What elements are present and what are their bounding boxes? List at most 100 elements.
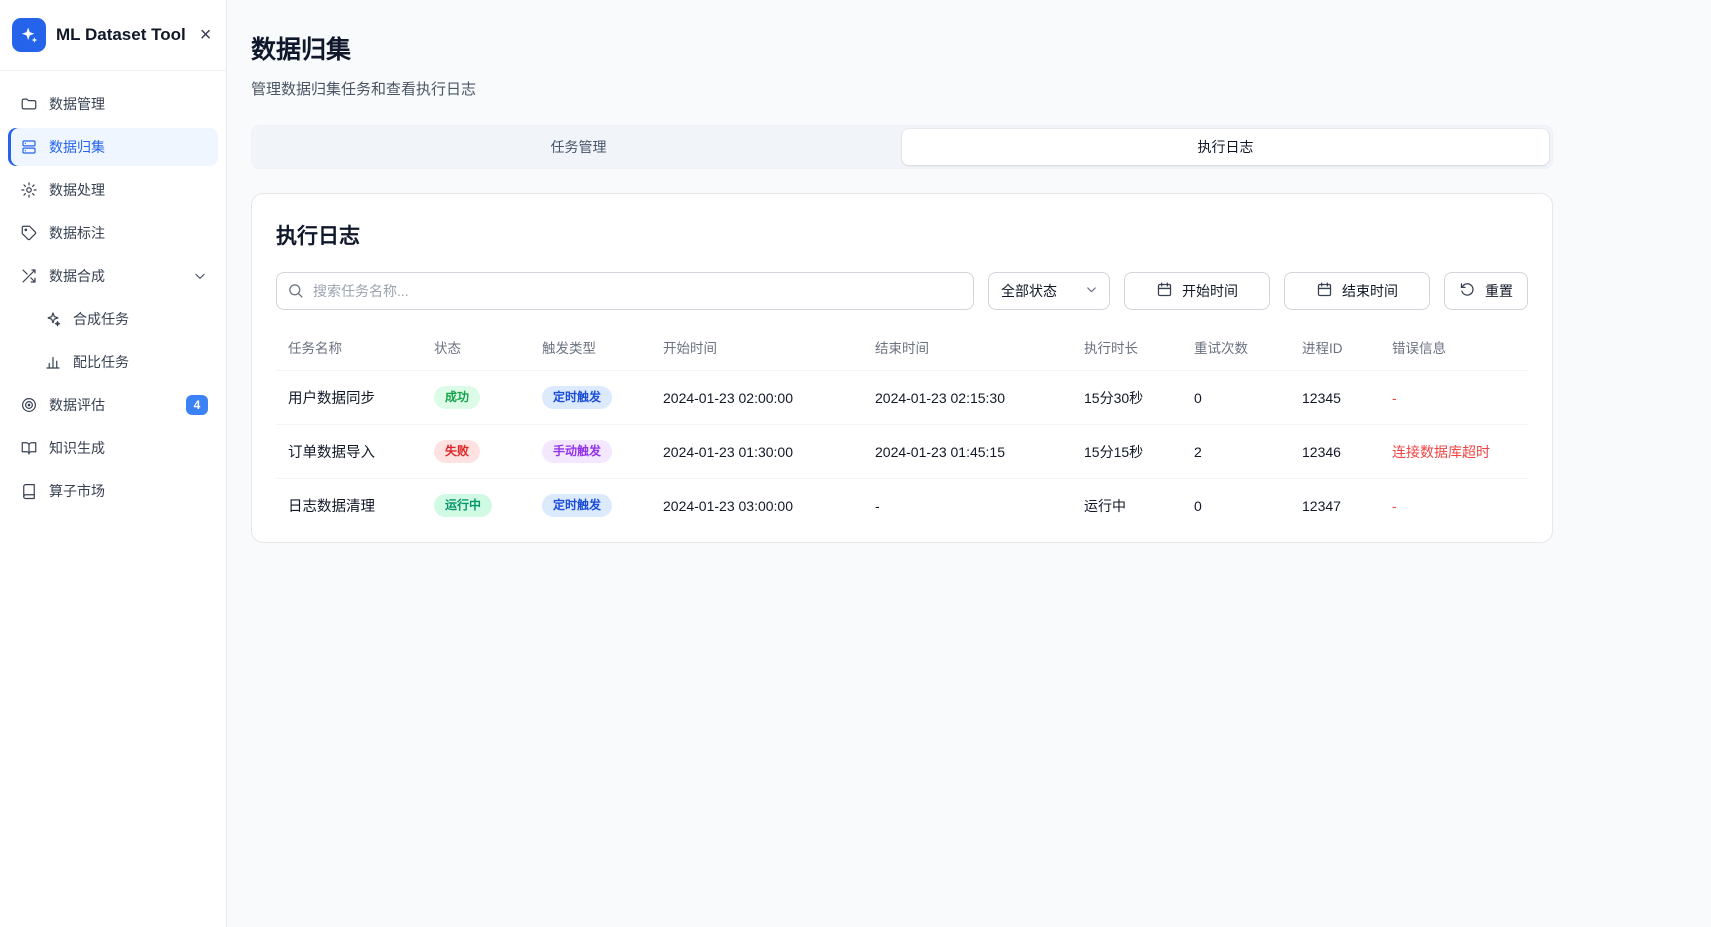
sidebar-item-label: 数据评估 xyxy=(49,395,105,415)
sidebar-item-label: 数据标注 xyxy=(49,223,105,243)
sidebar-item-data-collection[interactable]: 数据归集 xyxy=(8,128,218,166)
end-time-label: 结束时间 xyxy=(1342,281,1398,301)
task-name-cell: 用户数据同步 xyxy=(276,371,422,425)
reset-button[interactable]: 重置 xyxy=(1444,272,1528,310)
sidebar-item-data-evaluation[interactable]: 数据评估 4 xyxy=(8,386,218,424)
status-badge: 成功 xyxy=(434,386,480,409)
search-input[interactable] xyxy=(276,272,974,310)
duration-cell: 15分30秒 xyxy=(1072,371,1182,425)
sidebar-item-label: 数据归集 xyxy=(49,137,105,157)
sidebar-item-synthesis-task[interactable]: 合成任务 xyxy=(8,300,218,338)
panel-title: 执行日志 xyxy=(276,220,1528,250)
folder-icon xyxy=(20,95,38,113)
start-time-label: 开始时间 xyxy=(1182,281,1238,301)
retries-cell: 0 xyxy=(1182,371,1290,425)
calendar-icon xyxy=(1316,281,1333,301)
sidebar-item-label: 配比任务 xyxy=(73,352,129,372)
chevron-down-icon xyxy=(1084,282,1099,300)
status-filter-select[interactable]: 全部状态 xyxy=(988,272,1110,310)
sidebar-item-data-management[interactable]: 数据管理 xyxy=(8,85,218,123)
server-icon xyxy=(20,138,38,156)
sidebar-item-label: 数据管理 xyxy=(49,94,105,114)
evaluation-count-badge: 4 xyxy=(186,395,208,415)
retries-cell: 2 xyxy=(1182,425,1290,479)
target-icon xyxy=(20,396,38,414)
tab-bar: 任务管理 执行日志 xyxy=(251,125,1553,169)
end-time-cell: 2024-01-23 01:45:15 xyxy=(863,425,1072,479)
pid-cell: 12347 xyxy=(1290,479,1380,533)
table-row: 日志数据清理 运行中 定时触发 2024-01-23 03:00:00 - 运行… xyxy=(276,479,1528,533)
start-time-cell: 2024-01-23 01:30:00 xyxy=(651,425,863,479)
sidebar-item-data-synthesis[interactable]: 数据合成 xyxy=(8,257,218,295)
sidebar-item-label: 数据处理 xyxy=(49,180,105,200)
status-badge: 运行中 xyxy=(434,494,492,517)
end-time-cell: - xyxy=(863,479,1072,533)
sidebar-item-label: 合成任务 xyxy=(73,309,129,329)
col-header-error: 错误信息 xyxy=(1380,324,1528,371)
status-filter-value: 全部状态 xyxy=(1001,281,1057,301)
bar-chart-icon xyxy=(44,353,62,371)
trigger-type-badge: 手动触发 xyxy=(542,440,612,463)
sidebar-item-label: 数据合成 xyxy=(49,266,105,286)
trigger-type-badge: 定时触发 xyxy=(542,494,612,517)
sidebar-close-button[interactable]: × xyxy=(196,21,216,49)
start-time-cell: 2024-01-23 03:00:00 xyxy=(651,479,863,533)
app-title: ML Dataset Tool xyxy=(56,25,186,45)
col-header-retries: 重试次数 xyxy=(1182,324,1290,371)
calendar-icon xyxy=(1156,281,1173,301)
tab-task-management[interactable]: 任务管理 xyxy=(255,129,902,165)
sidebar-item-ratio-task[interactable]: 配比任务 xyxy=(8,343,218,381)
start-time-cell: 2024-01-23 02:00:00 xyxy=(651,371,863,425)
task-name-cell: 订单数据导入 xyxy=(276,425,422,479)
sidebar: ML Dataset Tool × 数据管理 数据归集 数据处理 xyxy=(0,0,227,927)
app-window: ML Dataset Tool × 数据管理 数据归集 数据处理 xyxy=(0,0,1711,927)
sparkle-icon xyxy=(44,310,62,328)
search-icon xyxy=(287,282,304,304)
col-header-pid: 进程ID xyxy=(1290,324,1380,371)
sidebar-header: ML Dataset Tool × xyxy=(0,0,226,71)
start-time-button[interactable]: 开始时间 xyxy=(1124,272,1270,310)
sidebar-item-label: 知识生成 xyxy=(49,438,105,458)
error-cell: 连接数据库超时 xyxy=(1380,425,1528,479)
col-header-start-time: 开始时间 xyxy=(651,324,863,371)
book-open-icon xyxy=(20,439,38,457)
chevron-down-icon xyxy=(192,268,208,284)
col-header-end-time: 结束时间 xyxy=(863,324,1072,371)
col-header-trigger-type: 触发类型 xyxy=(530,324,651,371)
rotate-ccw-icon xyxy=(1459,281,1476,301)
execution-logs-panel: 执行日志 全部状态 xyxy=(251,193,1553,543)
tag-icon xyxy=(20,224,38,242)
book-icon xyxy=(20,482,38,500)
error-cell: - xyxy=(1380,371,1528,425)
sidebar-item-label: 算子市场 xyxy=(49,481,105,501)
main-content: 数据归集 管理数据归集任务和查看执行日志 任务管理 执行日志 执行日志 全 xyxy=(227,0,1711,927)
duration-cell: 15分15秒 xyxy=(1072,425,1182,479)
table-row: 订单数据导入 失败 手动触发 2024-01-23 01:30:00 2024-… xyxy=(276,425,1528,479)
task-name-cell: 日志数据清理 xyxy=(276,479,422,533)
retries-cell: 0 xyxy=(1182,479,1290,533)
page-subtitle: 管理数据归集任务和查看执行日志 xyxy=(251,78,1553,99)
sidebar-item-knowledge-generation[interactable]: 知识生成 xyxy=(8,429,218,467)
tab-execution-logs[interactable]: 执行日志 xyxy=(902,129,1549,165)
col-header-status: 状态 xyxy=(422,324,530,371)
trigger-type-badge: 定时触发 xyxy=(542,386,612,409)
execution-logs-table: 任务名称 状态 触发类型 开始时间 结束时间 执行时长 重试次数 进程ID 错误… xyxy=(276,324,1528,532)
sidebar-item-data-processing[interactable]: 数据处理 xyxy=(8,171,218,209)
table-header-row: 任务名称 状态 触发类型 开始时间 结束时间 执行时长 重试次数 进程ID 错误… xyxy=(276,324,1528,371)
status-badge: 失败 xyxy=(434,440,480,463)
end-time-button[interactable]: 结束时间 xyxy=(1284,272,1430,310)
sidebar-item-operator-market[interactable]: 算子市场 xyxy=(8,472,218,510)
error-cell: - xyxy=(1380,479,1528,533)
shuffle-icon xyxy=(20,267,38,285)
pid-cell: 12346 xyxy=(1290,425,1380,479)
page-title: 数据归集 xyxy=(251,30,1553,66)
gear-icon xyxy=(20,181,38,199)
end-time-cell: 2024-01-23 02:15:30 xyxy=(863,371,1072,425)
reset-label: 重置 xyxy=(1485,281,1513,301)
table-row: 用户数据同步 成功 定时触发 2024-01-23 02:00:00 2024-… xyxy=(276,371,1528,425)
sidebar-item-data-annotation[interactable]: 数据标注 xyxy=(8,214,218,252)
duration-cell: 运行中 xyxy=(1072,479,1182,533)
filter-bar: 全部状态 开始时间 xyxy=(276,272,1528,310)
pid-cell: 12345 xyxy=(1290,371,1380,425)
col-header-task-name: 任务名称 xyxy=(276,324,422,371)
